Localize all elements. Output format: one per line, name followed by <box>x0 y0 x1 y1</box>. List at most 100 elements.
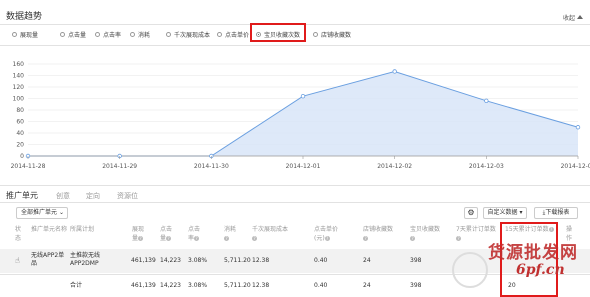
custom-metrics-button[interactable]: 自定义数据 ▾ <box>483 207 527 219</box>
collapse-label: 收起 <box>563 15 576 22</box>
y-tick-label: 20 <box>16 142 24 149</box>
y-tick-label: 60 <box>16 119 24 126</box>
metric-option[interactable]: 消耗 <box>130 29 150 39</box>
y-tick-label: 40 <box>16 130 24 137</box>
cell-ctr: 3.08% <box>188 257 208 264</box>
metric-option[interactable]: 千次展现成本 <box>166 29 210 39</box>
help-icon[interactable]: ? <box>456 236 461 241</box>
watermark-url: 6pf.cn <box>516 262 565 278</box>
col-status: 状态 <box>15 226 22 242</box>
y-tick-label: 160 <box>13 61 25 68</box>
x-tick-label: 2014-11-29 <box>102 163 137 170</box>
watermark-text: 货源批发网 <box>488 243 578 263</box>
metric-highlight-box <box>250 23 306 42</box>
radio-button[interactable] <box>166 31 171 37</box>
x-tick-label: 2014-12-01 <box>286 163 321 170</box>
cell-item-fav: 398 <box>410 257 422 264</box>
help-icon[interactable]: ? <box>410 236 415 241</box>
gear-icon: ⚙ <box>467 208 475 217</box>
y-tick-label: 100 <box>13 96 25 103</box>
help-icon[interactable]: ? <box>194 236 200 241</box>
cell-cpm: 12.38 <box>252 257 270 264</box>
total-impressions: 461,139 <box>131 282 156 289</box>
unit-filter-select[interactable]: 全部推广单元 ⌄ <box>16 207 68 219</box>
page-title: 数据趋势 <box>6 12 43 22</box>
metric-option[interactable]: 点击率 <box>95 29 121 39</box>
metric-label: 店铺收藏数 <box>321 31 352 39</box>
download-report-button[interactable]: ⤓下载报表 <box>534 207 578 219</box>
radio-button[interactable] <box>217 31 222 37</box>
chevron-down-icon: ▾ <box>519 209 523 216</box>
unit-name-link[interactable]: 无线APP2单品 <box>31 252 67 268</box>
download-label: 下载报表 <box>545 209 570 216</box>
col-cost: 消耗? <box>224 225 238 243</box>
col-unit-name: 推广单元名称 <box>31 226 68 233</box>
trend-chart: 0 20 40 60 80 100 120 140 160 2014-11-28 2014-11-2… <box>11 61 590 170</box>
data-point <box>575 125 581 130</box>
custom-metrics-label: 自定义数据 <box>487 209 518 216</box>
y-tick-label: 120 <box>13 84 25 91</box>
tab-units[interactable]: 推广单元 <box>6 190 38 201</box>
chevron-up-icon <box>577 15 584 19</box>
metric-option[interactable]: 点击单价 <box>217 29 249 39</box>
y-tick-label: 140 <box>13 73 25 80</box>
total-clicks: 14,223 <box>160 282 181 289</box>
total-cpm: 12.38 <box>252 282 270 289</box>
col-ctr: 点击率? <box>188 225 202 243</box>
area-fill <box>28 71 578 156</box>
total-shop-fav: 24 <box>363 282 371 289</box>
col-cpm: 千次展现成本? <box>252 225 292 243</box>
total-label: 合计 <box>70 282 83 289</box>
watermark-logo <box>452 252 488 288</box>
col-cpm-label: 千次展现成本 <box>252 226 289 233</box>
collapse-link[interactable]: 收起 <box>563 13 584 22</box>
x-tick-label: 2014-12-03 <box>469 163 504 170</box>
col-impressions: 展现量? <box>132 225 146 243</box>
radio-button[interactable] <box>95 31 100 37</box>
status-hand-icon[interactable]: ☝ <box>15 256 20 265</box>
help-icon[interactable]: ? <box>224 236 229 241</box>
x-tick-label: 2014-12-04 <box>561 163 590 170</box>
metric-option[interactable]: 店铺收藏数 <box>313 29 351 39</box>
metric-option[interactable]: 展现量 <box>12 29 38 39</box>
col-plan: 所属计划 <box>70 226 95 233</box>
col-orders-7d-label: 7天累计订单数 <box>456 226 496 233</box>
metric-option[interactable]: 点击量 <box>60 29 86 39</box>
help-icon[interactable]: ? <box>363 236 368 241</box>
total-cpc: 0.40 <box>314 282 328 289</box>
help-icon[interactable]: ? <box>324 236 330 241</box>
metric-label: 消耗 <box>138 31 151 39</box>
tab-placements[interactable]: 资源位 <box>117 191 138 201</box>
metric-label: 展现量 <box>20 31 39 39</box>
x-tick-label: 2014-12-02 <box>377 163 412 170</box>
col-cpc: 点击单价(元)? <box>314 225 342 243</box>
total-ctr: 3.08% <box>188 282 208 289</box>
divider <box>0 185 590 186</box>
col-shop-fav: 店铺收藏数? <box>363 225 393 243</box>
plan-link[interactable]: 主推款无线APP2DMP <box>70 252 110 268</box>
metric-label: 千次展现成本 <box>174 31 211 39</box>
radio-button[interactable] <box>130 31 135 37</box>
settings-button[interactable]: ⚙ <box>464 207 478 219</box>
x-tick-label: 2014-11-30 <box>194 163 229 170</box>
data-point <box>300 94 306 99</box>
radio-button[interactable] <box>12 31 17 37</box>
col-clicks: 点击量? <box>160 225 174 243</box>
help-icon[interactable]: ? <box>252 236 257 241</box>
col-item-fav-label: 宝贝收藏数 <box>410 226 441 233</box>
metric-label: 点击率 <box>103 31 122 39</box>
help-icon[interactable]: ? <box>138 236 144 241</box>
divider <box>0 45 590 46</box>
cell-cost: 5,711.20 <box>224 257 251 264</box>
radio-button[interactable] <box>313 31 318 37</box>
cell-shop-fav: 24 <box>363 257 371 264</box>
data-point <box>392 69 397 74</box>
help-icon[interactable]: ? <box>166 236 172 241</box>
divider <box>0 202 590 203</box>
tab-creative[interactable]: 创意 <box>56 191 70 201</box>
tab-targeting[interactable]: 定向 <box>86 191 100 201</box>
cell-clicks: 14,223 <box>160 257 181 264</box>
data-point <box>484 98 489 103</box>
total-cost: 5,711.20 <box>224 282 251 289</box>
radio-button[interactable] <box>60 31 65 37</box>
